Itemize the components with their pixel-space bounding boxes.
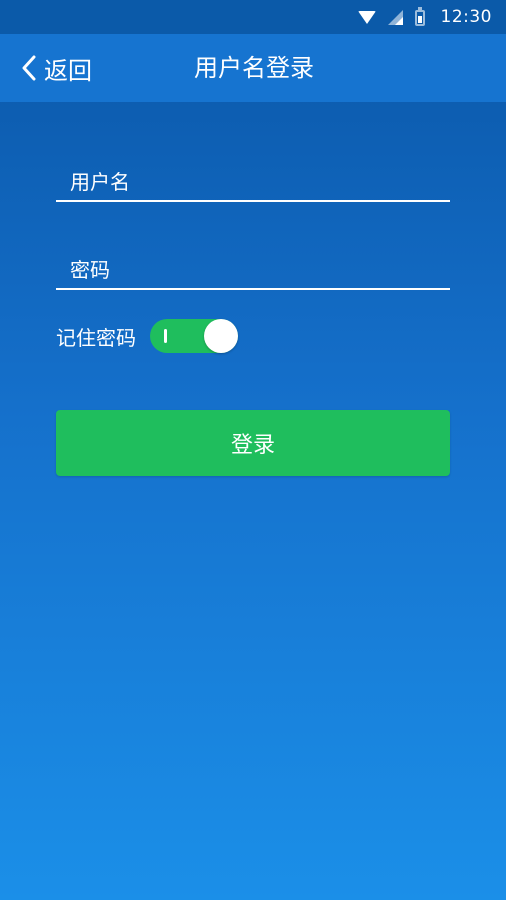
remember-password-toggle[interactable]: [150, 319, 238, 353]
password-field-container: [56, 242, 450, 290]
login-button[interactable]: 登录: [56, 410, 450, 476]
username-input[interactable]: [56, 154, 450, 200]
password-input[interactable]: [56, 242, 450, 288]
battery-icon: [414, 7, 425, 26]
toggle-on-indicator-icon: [164, 329, 167, 343]
header-bar: 返回 用户名登录: [0, 34, 506, 102]
toggle-knob: [204, 319, 238, 353]
status-time: 12:30: [440, 7, 492, 27]
remember-password-label: 记住密码: [56, 325, 136, 350]
wifi-icon: [357, 10, 376, 24]
username-field-container: [56, 154, 450, 202]
login-form: 记住密码 登录: [56, 102, 450, 476]
status-bar: 12:30: [0, 0, 506, 34]
page-title: 用户名登录: [194, 54, 314, 82]
signal-icon: [387, 9, 403, 25]
remember-password-row: 记住密码: [56, 318, 450, 354]
